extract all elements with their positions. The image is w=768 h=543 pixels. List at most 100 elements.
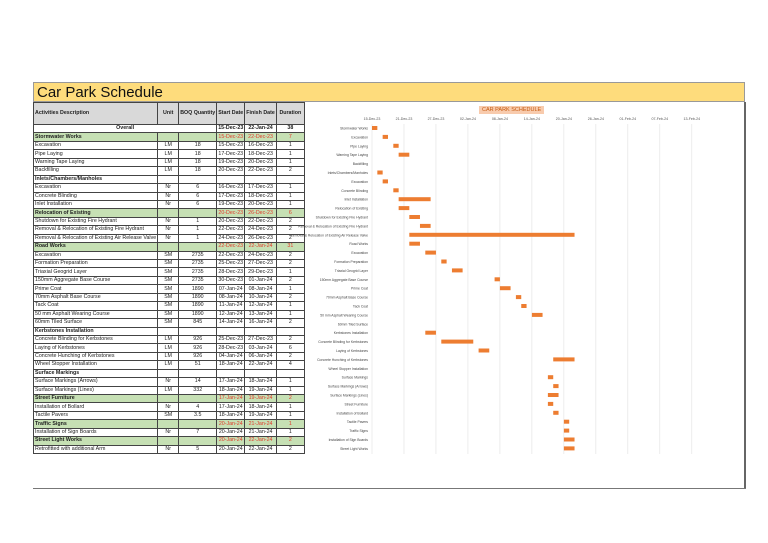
cell-finish-date[interactable] [244,368,277,379]
cell-activity[interactable]: Tactile Pavers [32,410,159,421]
cell-start-date[interactable]: 11-Jan-24 [216,301,246,311]
cell-quantity[interactable]: 2735 [178,258,218,269]
cell-start-date[interactable]: 20-Dec-23 [216,208,246,218]
cell-quantity[interactable]: 1890 [178,284,218,294]
cell-start-date[interactable]: 20-Jan-24 [216,427,246,438]
cell-quantity[interactable]: 332 [178,385,218,396]
cell-quantity[interactable]: 6 [178,199,218,210]
cell-finish-date[interactable]: 22-Dec-23 [244,132,277,142]
cell-activity[interactable]: Inlet Installation [32,199,159,210]
cell-quantity[interactable]: 51 [178,360,218,370]
cell-finish-date[interactable]: 24-Dec-23 [244,225,277,235]
cell-quantity[interactable]: 7 [178,427,218,438]
cell-finish-date[interactable]: 03-Jan-24 [244,343,277,353]
cell-activity[interactable]: Surface Markings (Lines) [32,385,159,396]
cell-start-date[interactable]: 17-Jan-24 [216,393,246,404]
cell-finish-date[interactable]: 22-Jan-24 [244,360,277,370]
cell-finish-date[interactable]: 12-Jan-24 [244,301,277,311]
cell-unit[interactable]: LM [157,351,180,362]
cell-activity[interactable]: Road Works [32,242,159,252]
cell-activity[interactable]: Retrofitted with additional Arm [32,444,159,455]
cell-quantity[interactable]: 6 [178,191,218,201]
cell-finish-date[interactable]: 22-Dec-23 [244,166,277,176]
cell-quantity[interactable]: 5 [178,444,218,455]
cell-quantity[interactable]: 14 [178,377,218,387]
cell-finish-date[interactable]: 26-Dec-23 [244,233,277,244]
cell-finish-date[interactable]: 18-Jan-24 [244,377,277,387]
cell-start-date[interactable]: 18-Jan-24 [216,360,246,370]
cell-unit[interactable] [157,174,180,185]
cell-start-date[interactable]: 07-Jan-24 [216,284,246,294]
cell-finish-date[interactable]: 22-Jan-24 [244,123,277,134]
cell-quantity[interactable]: 926 [178,343,218,353]
cell-activity[interactable]: Street Furniture [32,393,159,404]
cell-finish-date[interactable]: 26-Dec-23 [244,208,277,218]
cell-activity[interactable]: Overall [32,123,218,134]
cell-start-date[interactable]: 17-Jan-24 [216,377,246,387]
cell-finish-date[interactable]: 20-Dec-23 [244,157,277,168]
cell-activity[interactable]: Surface Markings (Arrows) [32,377,159,387]
cell-quantity[interactable]: 6 [178,183,218,193]
cell-start-date[interactable] [216,174,246,185]
cell-start-date[interactable]: 22-Dec-23 [216,242,246,252]
cell-unit[interactable]: SM [157,292,180,303]
cell-quantity[interactable]: 1890 [178,301,218,311]
cell-quantity[interactable]: 845 [178,318,218,328]
cell-finish-date[interactable]: 08-Jan-24 [244,284,277,294]
cell-activity[interactable]: Street Light Works [32,436,159,446]
cell-activity[interactable]: Concrete Blinding [32,191,159,201]
cell-quantity[interactable]: 926 [178,334,218,345]
cell-quantity[interactable]: 2735 [178,275,218,286]
cell-activity[interactable]: Excavation [32,250,159,261]
cell-finish-date[interactable]: 24-Dec-23 [244,250,277,261]
cell-activity[interactable]: Laying of Kerbstones [32,343,159,353]
cell-start-date[interactable]: 17-Dec-23 [216,191,246,201]
cell-activity[interactable]: Excavation [32,140,159,151]
cell-quantity[interactable]: 1 [178,233,218,244]
cell-start-date[interactable]: 25-Dec-23 [216,258,246,269]
cell-finish-date[interactable]: 22-Jan-24 [244,444,277,455]
cell-activity[interactable]: 50 mm Asphalt Wearing Course [32,309,159,320]
cell-quantity[interactable]: 2735 [178,250,218,261]
cell-quantity[interactable]: 926 [178,351,218,362]
cell-start-date[interactable]: 17-Jan-24 [216,402,246,412]
cell-activity[interactable]: Excavation [32,183,159,193]
cell-quantity[interactable] [178,419,218,429]
cell-unit[interactable] [157,326,180,336]
cell-unit[interactable] [157,393,180,404]
cell-unit[interactable]: Nr [157,427,180,438]
cell-start-date[interactable]: 22-Dec-23 [216,250,246,261]
cell-quantity[interactable]: 2735 [178,267,218,277]
cell-start-date[interactable]: 17-Dec-23 [216,149,246,159]
cell-start-date[interactable]: 20-Jan-24 [216,444,246,455]
cell-start-date[interactable]: 19-Dec-23 [216,157,246,168]
cell-unit[interactable]: Nr [157,233,180,244]
cell-unit[interactable] [157,419,180,429]
cell-activity[interactable]: Kerbstones Installation [32,326,159,336]
cell-start-date[interactable] [216,326,246,336]
cell-finish-date[interactable]: 18-Dec-23 [244,191,277,201]
cell-quantity[interactable]: 3.5 [178,410,218,421]
cell-quantity[interactable]: 1 [178,225,218,235]
cell-start-date[interactable]: 16-Dec-23 [216,183,246,193]
cell-unit[interactable]: Nr [157,225,180,235]
cell-finish-date[interactable]: 29-Dec-23 [244,267,277,277]
cell-unit[interactable] [157,368,180,379]
cell-start-date[interactable]: 14-Jan-24 [216,318,246,328]
cell-finish-date[interactable]: 27-Dec-23 [244,258,277,269]
cell-start-date[interactable]: 18-Jan-24 [216,410,246,421]
cell-start-date[interactable]: 30-Dec-23 [216,275,246,286]
cell-quantity[interactable] [178,436,218,446]
cell-finish-date[interactable]: 16-Jan-24 [244,318,277,328]
cell-quantity[interactable] [178,368,218,379]
cell-unit[interactable]: Nr [157,191,180,201]
cell-quantity[interactable]: 1890 [178,309,218,320]
cell-finish-date[interactable]: 17-Dec-23 [244,183,277,193]
cell-quantity[interactable]: 18 [178,166,218,176]
cell-unit[interactable]: Nr [157,402,180,412]
cell-finish-date[interactable]: 13-Jan-24 [244,309,277,320]
cell-quantity[interactable]: 4 [178,402,218,412]
cell-finish-date[interactable]: 18-Jan-24 [244,402,277,412]
cell-quantity[interactable] [178,208,218,218]
cell-finish-date[interactable]: 27-Dec-23 [244,334,277,345]
